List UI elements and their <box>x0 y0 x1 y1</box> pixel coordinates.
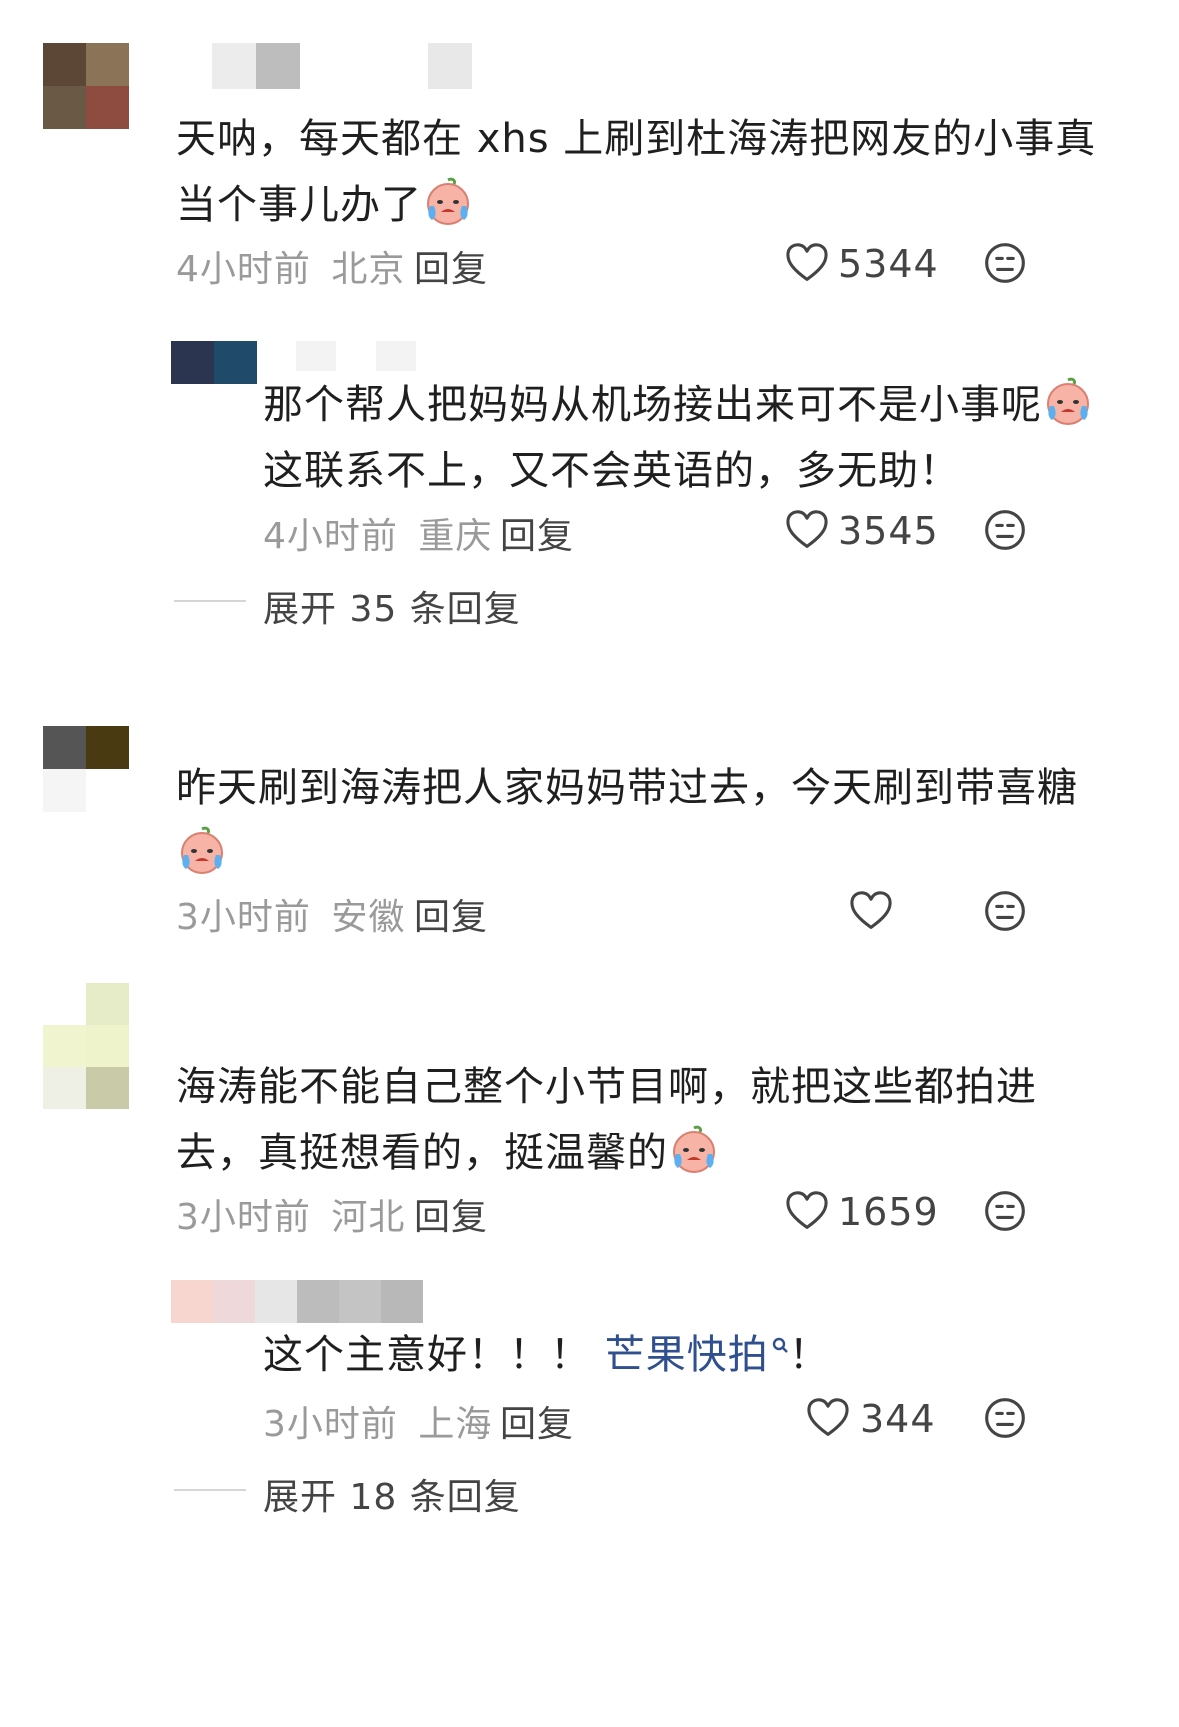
reply-avatar[interactable] <box>171 341 257 384</box>
crying-emoji-icon <box>668 1124 720 1176</box>
username-blurred[interactable] <box>212 43 472 89</box>
search-icon <box>772 1337 788 1353</box>
timestamp: 3小时前 <box>176 1197 311 1238</box>
comment-meta: 4小时前 北京 <box>176 240 405 292</box>
location: 重庆 <box>418 516 493 557</box>
like-count: 1659 <box>838 1190 939 1234</box>
like-count: 3545 <box>838 509 939 553</box>
reply-text: 那个帮人把妈妈从机场接出来可不是小事呢 这联系不上，又不会英语的，多无助！ <box>263 372 1094 504</box>
reply-meta: 4小时前 重庆 <box>263 507 492 559</box>
comment-text: 天呐，每天都在 xhs 上刷到杜海涛把网友的小事真 当个事儿办了 <box>176 116 1097 228</box>
reply-meta: 3小时前 上海 <box>263 1395 492 1447</box>
avatar[interactable] <box>43 43 129 129</box>
crying-emoji-icon <box>422 176 474 228</box>
timestamp: 4小时前 <box>176 249 311 290</box>
dislike-face-icon[interactable] <box>983 1396 1027 1440</box>
dislike-face-icon[interactable] <box>983 1189 1027 1233</box>
location: 安徽 <box>331 897 406 938</box>
location: 上海 <box>418 1404 493 1445</box>
location: 河北 <box>331 1197 406 1238</box>
reply-button[interactable]: 回复 <box>414 1188 488 1240</box>
reply-button[interactable]: 回复 <box>414 888 488 940</box>
comment-text: 昨天刷到海涛把人家妈妈带过去，今天刷到带喜糖 <box>176 755 1078 887</box>
divider <box>174 1489 246 1491</box>
heart-icon[interactable] <box>785 510 829 550</box>
heart-icon[interactable] <box>806 1398 850 1438</box>
divider <box>174 600 246 602</box>
timestamp: 4小时前 <box>263 516 398 557</box>
avatar[interactable] <box>43 983 129 1109</box>
mention-link[interactable]: 芒果快拍 <box>605 1332 769 1378</box>
reply-username-blurred[interactable] <box>296 341 416 371</box>
dislike-face-icon[interactable] <box>983 241 1027 285</box>
timestamp: 3小时前 <box>176 897 311 938</box>
like-count: 344 <box>860 1397 936 1441</box>
heart-icon[interactable] <box>785 1191 829 1231</box>
location: 北京 <box>331 249 406 290</box>
reply-button[interactable]: 回复 <box>414 240 488 292</box>
crying-emoji-icon <box>1042 376 1094 428</box>
heart-icon[interactable] <box>849 891 893 931</box>
comment-text: 海涛能不能自己整个小节目啊，就把这些都拍进 去，真挺想看的，挺温馨的 <box>176 1064 1037 1176</box>
comment-meta: 3小时前 安徽 <box>176 888 405 940</box>
expand-replies-button[interactable]: 展开 18 条回复 <box>263 1468 521 1520</box>
dislike-face-icon[interactable] <box>983 889 1027 933</box>
reply-button[interactable]: 回复 <box>500 1395 574 1447</box>
timestamp: 3小时前 <box>263 1404 398 1445</box>
reply-button[interactable]: 回复 <box>500 507 574 559</box>
crying-emoji-icon <box>176 825 228 877</box>
dislike-face-icon[interactable] <box>983 508 1027 552</box>
avatar[interactable] <box>43 726 129 812</box>
heart-icon[interactable] <box>785 243 829 283</box>
expand-replies-button[interactable]: 展开 35 条回复 <box>263 580 521 632</box>
like-count: 5344 <box>838 242 939 286</box>
comment-meta: 3小时前 河北 <box>176 1188 405 1240</box>
reply-text: 这个主意好！！！ 芒果快拍！ <box>263 1332 830 1378</box>
reply-avatar-and-username-blurred[interactable] <box>171 1280 423 1323</box>
